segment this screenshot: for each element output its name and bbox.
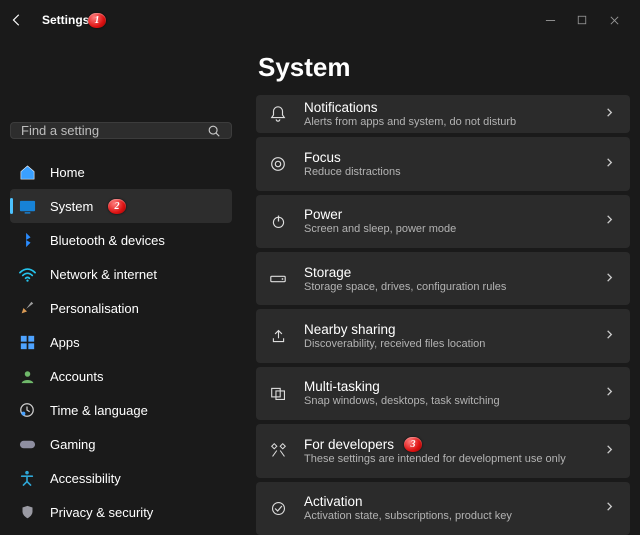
nav-network[interactable]: Network & internet: [10, 257, 232, 291]
person-icon: [18, 367, 36, 385]
card-power[interactable]: PowerScreen and sleep, power mode: [256, 195, 630, 248]
nav-label: Bluetooth & devices: [50, 233, 165, 248]
card-notifications[interactable]: NotificationsAlerts from apps and system…: [256, 95, 630, 133]
apps-icon: [18, 333, 36, 351]
annotation-badge-3: 3: [404, 437, 422, 452]
bell-icon: [268, 104, 288, 124]
card-title: Storage: [304, 265, 588, 280]
nav-label: System: [50, 199, 93, 214]
check-icon: [268, 498, 288, 518]
settings-list[interactable]: NotificationsAlerts from apps and system…: [256, 95, 630, 535]
nav-home[interactable]: Home: [10, 155, 232, 189]
system-icon: [18, 197, 36, 215]
nav-apps[interactable]: Apps: [10, 325, 232, 359]
close-button[interactable]: [606, 12, 622, 28]
clock-icon: [18, 401, 36, 419]
annotation-badge-1: 1: [88, 13, 106, 28]
nav-label: Home: [50, 165, 85, 180]
nav-accounts[interactable]: Accounts: [10, 359, 232, 393]
chevron-right-icon: [604, 501, 618, 515]
card-title: Power: [304, 207, 588, 222]
nav-system[interactable]: System 2: [10, 189, 232, 223]
chevron-right-icon: [604, 386, 618, 400]
nav-label: Accounts: [50, 369, 103, 384]
multitask-icon: [268, 383, 288, 403]
nav-personalisation[interactable]: Personalisation: [10, 291, 232, 325]
window-title: Settings: [42, 13, 89, 27]
power-icon: [268, 211, 288, 231]
card-subtitle: Reduce distractions: [304, 166, 588, 178]
search-icon: [207, 124, 221, 138]
bluetooth-icon: [18, 231, 36, 249]
nav-privacy[interactable]: Privacy & security: [10, 495, 232, 529]
card-subtitle: These settings are intended for developm…: [304, 453, 588, 465]
chevron-right-icon: [604, 107, 618, 121]
nav-bluetooth[interactable]: Bluetooth & devices: [10, 223, 232, 257]
back-button[interactable]: [6, 9, 28, 31]
nav-time-language[interactable]: Time & language: [10, 393, 232, 427]
nav-accessibility[interactable]: Accessibility: [10, 461, 232, 495]
accessibility-icon: [18, 469, 36, 487]
card-title: Focus: [304, 150, 588, 165]
maximize-button[interactable]: [574, 12, 590, 28]
gamepad-icon: [18, 435, 36, 453]
shield-icon: [18, 503, 36, 521]
search-placeholder: Find a setting: [21, 123, 99, 138]
chevron-right-icon: [604, 157, 618, 171]
nav-label: Time & language: [50, 403, 148, 418]
home-icon: [18, 163, 36, 181]
minimize-button[interactable]: [542, 12, 558, 28]
nav-label: Accessibility: [50, 471, 121, 486]
nav-label: Apps: [50, 335, 80, 350]
card-title: For developers: [304, 437, 588, 452]
card-multitasking[interactable]: Multi-taskingSnap windows, desktops, tas…: [256, 367, 630, 420]
titlebar: Settings 1: [0, 0, 640, 40]
card-title: Multi-tasking: [304, 379, 588, 394]
drive-icon: [268, 269, 288, 289]
chevron-right-icon: [604, 272, 618, 286]
chevron-right-icon: [604, 329, 618, 343]
sidebar: Find a setting Home System 2 Bluetooth &…: [0, 40, 242, 535]
card-subtitle: Discoverability, received files location: [304, 338, 588, 350]
chevron-right-icon: [604, 444, 618, 458]
card-nearby-sharing[interactable]: Nearby sharingDiscoverability, received …: [256, 309, 630, 362]
chevron-right-icon: [604, 214, 618, 228]
wifi-icon: [18, 265, 36, 283]
nav-windows-update[interactable]: Windows Update: [10, 529, 232, 535]
card-focus[interactable]: FocusReduce distractions: [256, 137, 630, 190]
card-subtitle: Snap windows, desktops, task switching: [304, 395, 588, 407]
card-storage[interactable]: StorageStorage space, drives, configurat…: [256, 252, 630, 305]
share-icon: [268, 326, 288, 346]
card-subtitle: Screen and sleep, power mode: [304, 223, 588, 235]
card-subtitle: Storage space, drives, configuration rul…: [304, 281, 588, 293]
card-title: Activation: [304, 494, 588, 509]
nav-list: Home System 2 Bluetooth & devices Networ…: [10, 155, 232, 535]
nav-label: Gaming: [50, 437, 96, 452]
card-title: Notifications: [304, 100, 588, 115]
card-activation[interactable]: ActivationActivation state, subscription…: [256, 482, 630, 535]
wrench-icon: [268, 441, 288, 461]
nav-label: Personalisation: [50, 301, 139, 316]
nav-gaming[interactable]: Gaming: [10, 427, 232, 461]
card-for-developers[interactable]: For developersThese settings are intende…: [256, 424, 630, 477]
card-subtitle: Alerts from apps and system, do not dist…: [304, 116, 588, 128]
card-subtitle: Activation state, subscriptions, product…: [304, 510, 588, 522]
nav-label: Network & internet: [50, 267, 157, 282]
card-title: Nearby sharing: [304, 322, 588, 337]
nav-label: Privacy & security: [50, 505, 153, 520]
brush-icon: [18, 299, 36, 317]
main-panel: System NotificationsAlerts from apps and…: [242, 40, 640, 535]
annotation-badge-2: 2: [108, 199, 126, 214]
focus-icon: [268, 154, 288, 174]
page-title: System: [258, 52, 630, 83]
search-input[interactable]: Find a setting: [10, 122, 232, 139]
